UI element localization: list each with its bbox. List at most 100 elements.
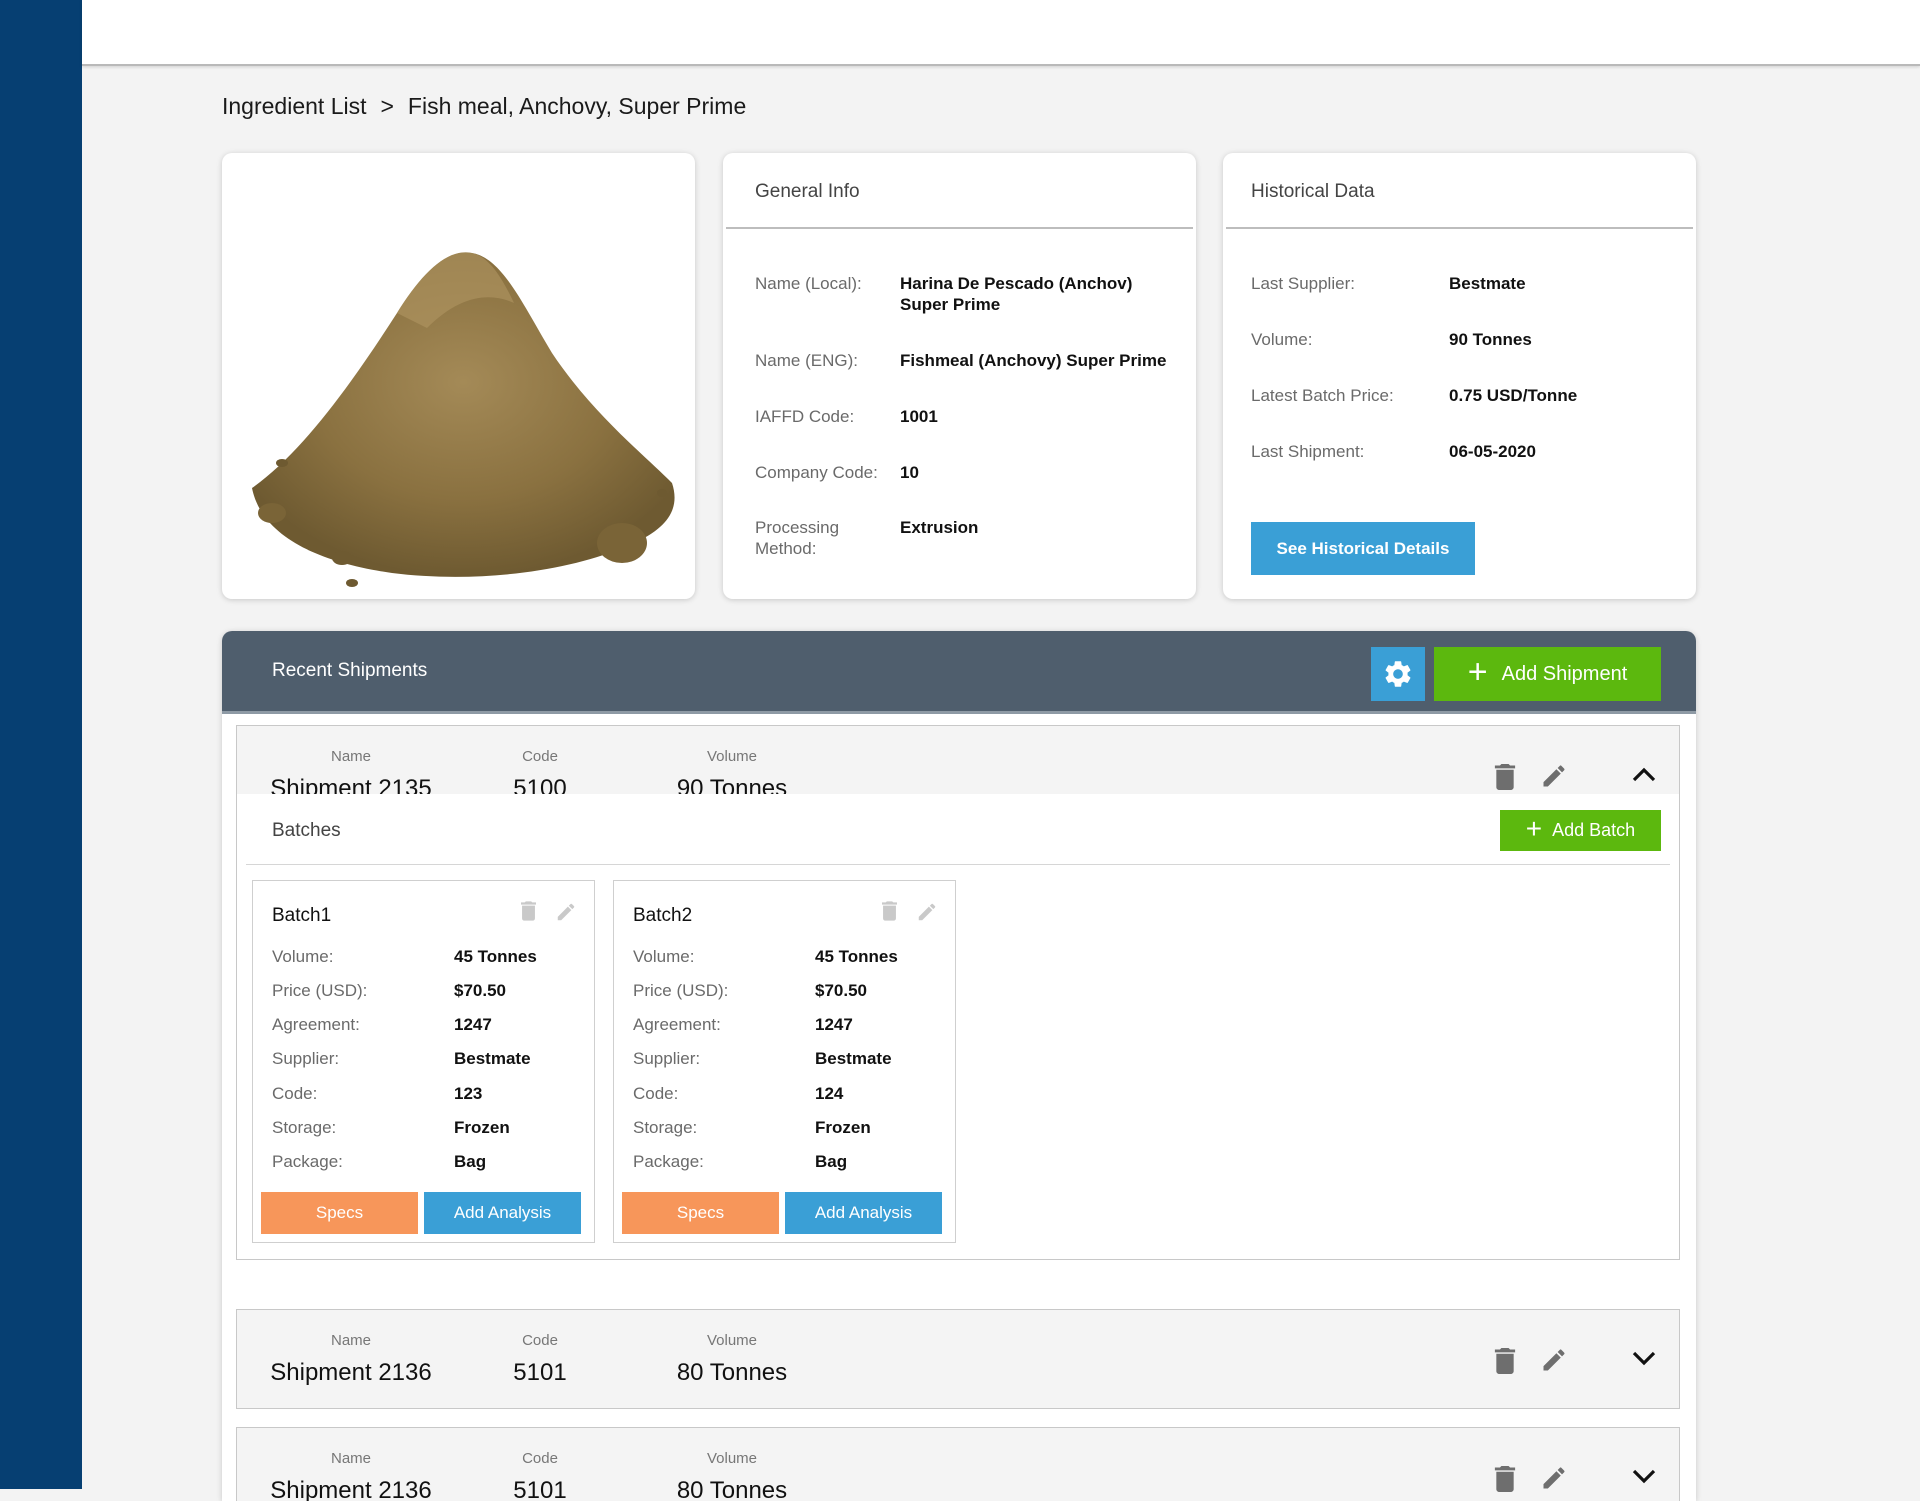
value: 0.75 USD/Tonne	[1449, 386, 1578, 405]
value: 1247	[454, 1015, 492, 1034]
label: Supplier:	[272, 1049, 340, 1068]
shipments-title: Recent Shipments	[272, 660, 428, 681]
col-label: Name	[330, 748, 371, 765]
pencil-icon[interactable]	[1540, 762, 1568, 790]
chevron-down-icon[interactable]	[1631, 1348, 1657, 1368]
label: Agreement:	[272, 1015, 360, 1034]
shipment-name-col: Name Shipment 2136	[251, 1450, 451, 1501]
label: Latest Batch Price:	[1251, 386, 1394, 405]
batch-card: Batch2 Volume: 45 Tonnes Price (USD): $70.…	[613, 880, 956, 1243]
col-label: Volume	[706, 1450, 758, 1467]
shipment-volume-col: Volume 80 Tonnes	[647, 1332, 817, 1387]
shipment-row[interactable]: Name Shipment 2136 Code 5101 Volume 80 T…	[236, 1427, 1680, 1501]
label: Processing Method:	[755, 518, 840, 558]
hist-row-last-shipment: Last Shipment: 06-05-2020	[1251, 441, 1671, 462]
value: Bestmate	[454, 1049, 531, 1068]
shipment-volume: 80 Tonnes	[676, 1359, 788, 1386]
value: 124	[815, 1084, 844, 1103]
value: Bag	[815, 1152, 848, 1171]
shipment-name: Shipment 2136	[270, 1359, 432, 1386]
col-label: Volume	[706, 1332, 758, 1349]
value: 45 Tonnes	[454, 947, 537, 966]
trash-icon[interactable]	[1494, 764, 1516, 790]
value: Fishmeal (Anchovy) Super Prime	[900, 351, 1167, 370]
label: Last Shipment:	[1251, 442, 1365, 461]
pencil-icon[interactable]	[555, 901, 577, 923]
add-analysis-button[interactable]: Add Analysis	[785, 1192, 942, 1234]
shipment-code: 5101	[513, 1359, 567, 1386]
shipment-volume-col: Volume 80 Tonnes	[647, 1450, 817, 1501]
trash-icon[interactable]	[882, 901, 897, 921]
value: 1247	[815, 1015, 853, 1034]
pencil-icon[interactable]	[916, 901, 938, 923]
label: Price (USD):	[272, 981, 368, 1000]
label: Volume:	[272, 947, 334, 966]
batch-row-storage: Storage: Frozen	[633, 1118, 871, 1138]
gear-icon	[1385, 661, 1411, 687]
shipments-header: Recent Shipments + Add Shipment	[222, 631, 1696, 714]
info-row-local-name: Name (Local): Harina De Pescado (Anchov)…	[755, 273, 1175, 315]
col-label: Code	[522, 1332, 558, 1349]
specs-button[interactable]: Specs	[622, 1192, 779, 1234]
batch-row-volume: Volume: 45 Tonnes	[633, 947, 898, 967]
value: Bestmate	[815, 1049, 892, 1068]
recent-shipments-panel: Recent Shipments + Add Shipment Name Shi…	[222, 631, 1696, 1501]
historical-data-card: Historical Data Last Supplier: Bestmate …	[1223, 153, 1696, 599]
ingredient-image-card	[222, 153, 695, 599]
label: IAFFD Code:	[755, 407, 855, 426]
specs-button[interactable]: Specs	[261, 1192, 418, 1234]
label: Company Code:	[755, 463, 878, 482]
top-bar	[82, 0, 1920, 66]
batch-row-code: Code: 123	[272, 1084, 482, 1104]
batch-name: Batch2	[633, 905, 693, 926]
shipment-name: Shipment 2136	[270, 1477, 432, 1501]
add-shipment-button[interactable]: + Add Shipment	[1434, 647, 1661, 701]
main-content: Ingredient List > Fish meal, Anchovy, Su…	[82, 66, 1920, 1501]
settings-button[interactable]	[1371, 647, 1425, 701]
chevron-down-icon[interactable]	[1631, 1466, 1657, 1486]
shipment-row[interactable]: Name Shipment 2136 Code 5101 Volume 80 T…	[236, 1309, 1680, 1409]
trash-icon[interactable]	[521, 901, 536, 921]
shipment-code-col: Code 5101	[485, 1332, 595, 1387]
label: Price (USD):	[633, 981, 729, 1000]
add-batch-button[interactable]: + Add Batch	[1500, 810, 1661, 851]
breadcrumb-root-link[interactable]: Ingredient List	[222, 93, 366, 120]
plus-icon: +	[1467, 653, 1488, 691]
batch-row-volume: Volume: 45 Tonnes	[272, 947, 537, 967]
value: Extrusion	[900, 518, 979, 537]
col-label: Name	[330, 1450, 371, 1467]
historical-data-title: Historical Data	[1251, 181, 1375, 202]
col-label: Code	[522, 1450, 558, 1467]
add-batch-label: Add Batch	[1552, 820, 1636, 840]
label: Storage:	[272, 1118, 337, 1137]
breadcrumb: Ingredient List > Fish meal, Anchovy, Su…	[222, 93, 746, 120]
col-label: Code	[522, 748, 558, 765]
value: $70.50	[454, 981, 506, 1000]
label: Code:	[272, 1084, 318, 1103]
label: Storage:	[633, 1118, 698, 1137]
sidebar	[0, 0, 82, 1489]
batch-row-storage: Storage: Frozen	[272, 1118, 510, 1138]
value: 123	[454, 1084, 483, 1103]
pencil-icon[interactable]	[1540, 1464, 1568, 1492]
value: Bag	[454, 1152, 487, 1171]
col-label: Name	[330, 1332, 371, 1349]
value: Frozen	[454, 1118, 510, 1137]
label: Package:	[272, 1152, 343, 1171]
shipment-code: 5101	[513, 1477, 567, 1501]
breadcrumb-separator: >	[380, 93, 394, 119]
value: 10	[900, 463, 919, 482]
chevron-up-icon[interactable]	[1631, 764, 1657, 784]
label: Last Supplier:	[1251, 274, 1355, 293]
add-analysis-button[interactable]: Add Analysis	[424, 1192, 581, 1234]
label: Package:	[633, 1152, 704, 1171]
see-historical-details-button[interactable]: See Historical Details	[1251, 522, 1475, 575]
trash-icon[interactable]	[1494, 1466, 1516, 1492]
value: 1001	[900, 407, 938, 426]
pencil-icon[interactable]	[1540, 1346, 1568, 1374]
col-label: Volume	[706, 748, 758, 765]
label: Volume:	[1251, 330, 1313, 349]
shipment-name-col: Name Shipment 2136	[251, 1332, 451, 1387]
trash-icon[interactable]	[1494, 1348, 1516, 1374]
label: Volume:	[633, 947, 695, 966]
